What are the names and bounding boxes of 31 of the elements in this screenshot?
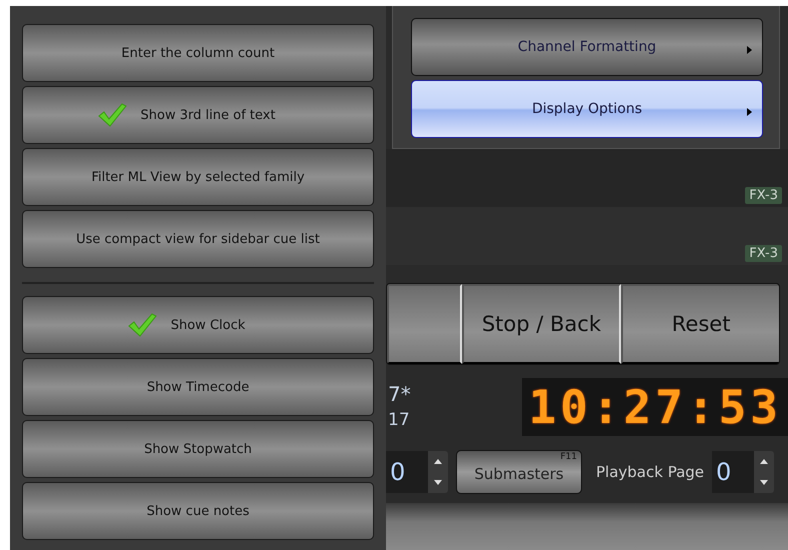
spinner-field[interactable]: 0 <box>386 451 448 493</box>
submenu-item[interactable]: Channel Formatting <box>411 18 763 76</box>
playback-page-field[interactable]: 0 <box>712 451 774 493</box>
submenu-item[interactable]: Display Options <box>411 80 763 138</box>
playback-button[interactable]: Reset <box>621 284 779 364</box>
spin-down-icon[interactable] <box>434 480 442 485</box>
spin-down-icon[interactable] <box>760 480 768 485</box>
cue-tag: FX-3 <box>745 187 782 204</box>
menu-item[interactable]: Show Stopwatch <box>22 420 374 478</box>
cue-subnumber: 17 <box>388 409 411 432</box>
submenu-arrow-icon <box>747 108 752 116</box>
spin-up-icon[interactable] <box>760 459 768 464</box>
clock-display: 10:27:53 <box>522 378 788 436</box>
submenu-arrow-icon <box>747 46 752 54</box>
menu-item[interactable]: Show Timecode <box>22 358 374 416</box>
menu-item[interactable]: Filter ML View by selected family <box>22 148 374 206</box>
submasters-button[interactable]: F11 Submasters <box>456 450 582 494</box>
cue-number: 7* <box>388 381 411 407</box>
menu-item[interactable]: Show Clock <box>22 296 374 354</box>
checkmark-icon <box>126 312 157 338</box>
menu-item[interactable]: Use compact view for sidebar cue list <box>22 210 374 268</box>
menu-item[interactable]: Show cue notes <box>22 482 374 540</box>
shortcut-hint: F11 <box>560 452 577 462</box>
playback-page-label: Playback Page <box>596 463 704 481</box>
playback-button[interactable]: Stop / Back <box>462 284 622 364</box>
menu-item[interactable]: Enter the column count <box>22 24 374 82</box>
menu-item[interactable]: Show 3rd line of text <box>22 86 374 144</box>
playback-button[interactable] <box>387 284 462 364</box>
spin-up-icon[interactable] <box>434 459 442 464</box>
cue-tag: FX-3 <box>745 245 782 262</box>
checkmark-icon <box>96 102 127 128</box>
